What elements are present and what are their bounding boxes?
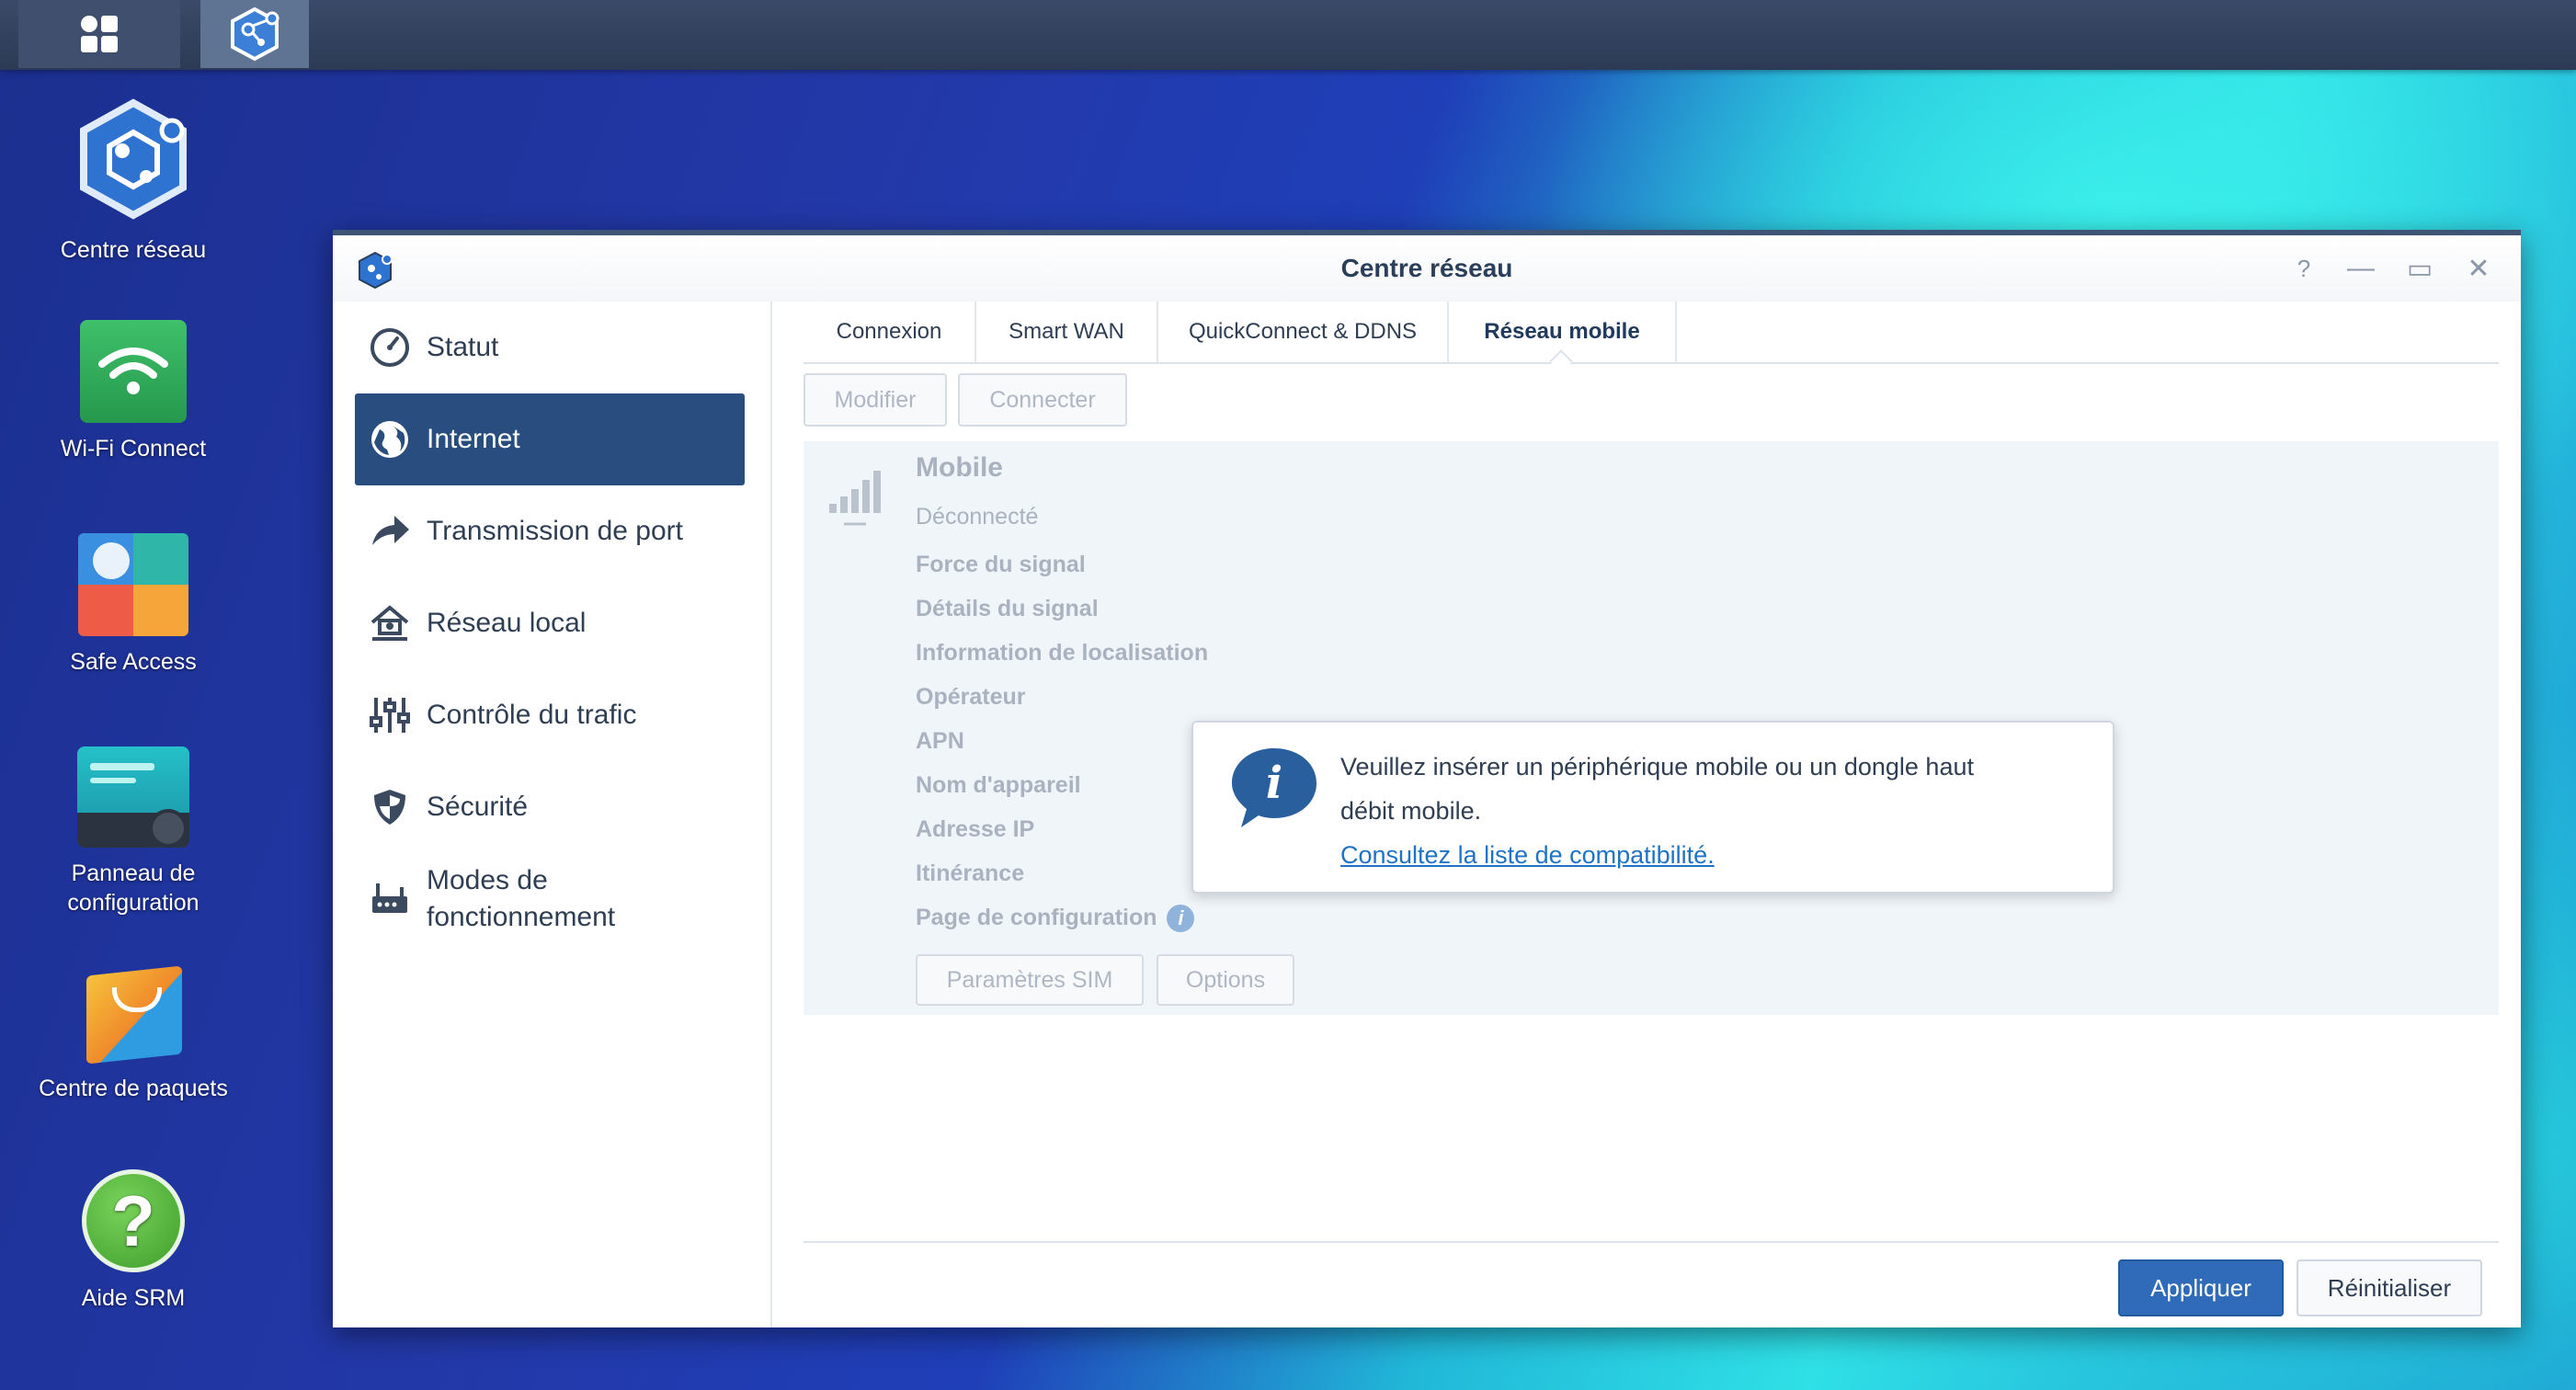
signal-bars-icon	[829, 471, 881, 526]
button-label: Appliquer	[2150, 1273, 2251, 1302]
sidebar-item-label: Contrôle du trafic	[427, 700, 637, 730]
router-modes-icon	[368, 877, 412, 921]
sim-settings-button[interactable]: Paramètres SIM	[916, 954, 1144, 1006]
sidebar-item-operation-modes[interactable]: Modes de fonctionnement	[355, 853, 745, 945]
minimize-icon: —	[2347, 253, 2375, 283]
tab-quickconnect-ddns[interactable]: QuickConnect & DDNS	[1158, 302, 1449, 362]
connect-button[interactable]: Connecter	[958, 373, 1127, 427]
sidebar-item-status[interactable]: Statut	[355, 302, 745, 393]
desktop-icon-label: Centre réseau	[60, 237, 207, 263]
reset-button[interactable]: Réinitialiser	[2297, 1259, 2482, 1316]
footer-divider	[804, 1241, 2499, 1243]
tab-label: QuickConnect & DDNS	[1188, 319, 1418, 344]
mobile-title: Mobile	[916, 452, 1003, 483]
button-label: Modifier	[834, 386, 917, 413]
sidebar-item-internet[interactable]: Internet	[355, 393, 745, 485]
help-icon: ?	[2297, 254, 2311, 282]
tab-label: Réseau mobile	[1484, 319, 1640, 344]
popup-message: Veuillez insérer un périphérique mobile …	[1340, 745, 2076, 877]
compatibility-list-link[interactable]: Consultez la liste de compatibilité.	[1340, 841, 1715, 869]
info-icon[interactable]: i	[1167, 905, 1195, 933]
field-location-info: Information de localisation	[916, 640, 1209, 666]
desktop-icon-label: Safe Access	[70, 649, 197, 675]
window-titlebar[interactable]: Centre réseau ? — ▭ ✕	[333, 235, 2521, 302]
field-apn: APN	[916, 728, 964, 754]
desktop-icon-control-panel[interactable]: Panneau de configuration	[18, 746, 248, 917]
taskbar	[0, 0, 2576, 70]
desktop-icon-safe-access[interactable]: Safe Access	[18, 533, 248, 677]
tab-label: Connexion	[836, 319, 942, 344]
tab-bar: Connexion Smart WAN QuickConnect & DDNS …	[804, 302, 2499, 373]
mobile-status: Déconnecté	[916, 504, 1039, 530]
sidebar-item-label: Modes de fonctionnement	[427, 865, 616, 932]
button-label: Connecter	[989, 386, 1096, 413]
help-button[interactable]: ?	[2285, 250, 2322, 287]
wifi-connect-icon	[80, 320, 187, 423]
tab-smart-wan[interactable]: Smart WAN	[976, 302, 1158, 362]
forward-arrow-icon	[368, 509, 412, 553]
sidebar-item-traffic-control[interactable]: Contrôle du trafic	[355, 669, 745, 761]
desktop-icon-network-center[interactable]: Centre réseau	[18, 96, 248, 265]
sidebar-item-label: Réseau local	[427, 608, 587, 638]
svg-text:i: i	[1266, 758, 1282, 809]
button-label: Paramètres SIM	[946, 966, 1113, 993]
sidebar-item-label: Transmission de port	[427, 516, 683, 546]
tab-label: Smart WAN	[1009, 319, 1124, 344]
sidebar-item-label: Sécurité	[427, 792, 529, 822]
globe-icon	[368, 417, 412, 461]
field-signal-details: Détails du signal	[916, 596, 1099, 621]
network-center-icon	[80, 98, 187, 220]
close-button[interactable]: ✕	[2460, 250, 2497, 287]
sidebar-item-local-network[interactable]: Réseau local	[355, 577, 745, 669]
sliders-icon	[368, 693, 412, 737]
tab-connection[interactable]: Connexion	[804, 302, 976, 362]
shield-icon	[368, 785, 412, 829]
button-label: Réinitialiser	[2327, 1273, 2452, 1302]
sidebar-item-security[interactable]: Sécurité	[355, 761, 745, 853]
desktop-icon-wifi-connect[interactable]: Wi-Fi Connect	[18, 320, 248, 463]
field-label: Page de configuration	[916, 905, 1157, 930]
main-menu-button[interactable]	[18, 0, 180, 68]
info-popup: i Veuillez insérer un périphérique mobil…	[1191, 721, 2114, 894]
desktop-icon-label: Aide SRM	[81, 1285, 186, 1311]
sidebar: Statut Internet Transmission de port Rés…	[333, 302, 772, 1327]
desktop-icon-srm-help[interactable]: ? Aide SRM	[18, 1169, 248, 1313]
sidebar-item-label: Statut	[427, 332, 499, 362]
desktop-icon-package-center[interactable]: Centre de paquets	[18, 956, 248, 1103]
field-roaming: Itinérance	[916, 860, 1025, 886]
minimize-button[interactable]: —	[2342, 250, 2379, 287]
window-title: Centre réseau	[1340, 254, 1513, 282]
safe-access-icon	[78, 533, 188, 636]
network-center-window: Centre réseau ? — ▭ ✕ Statut Internet Tr…	[333, 230, 2521, 1327]
popup-text-line1: Veuillez insérer un périphérique mobile …	[1340, 753, 1974, 780]
info-bubble-icon: i	[1232, 748, 1316, 827]
field-device-name: Nom d'appareil	[916, 772, 1081, 798]
sidebar-item-label: Internet	[427, 424, 520, 454]
grid-icon	[79, 14, 120, 54]
package-center-icon	[79, 956, 188, 1065]
desktop-icon-label: Panneau de configuration	[67, 860, 199, 916]
control-panel-icon	[77, 746, 189, 848]
maximize-button[interactable]: ▭	[2401, 250, 2438, 287]
options-button[interactable]: Options	[1157, 954, 1294, 1006]
gauge-icon	[368, 325, 412, 370]
help-icon: ?	[82, 1169, 185, 1272]
field-config-page: Page de configuration i	[916, 905, 1195, 933]
field-operator: Opérateur	[916, 684, 1026, 710]
network-center-icon	[231, 6, 279, 62]
field-signal-strength: Force du signal	[916, 552, 1086, 577]
desktop-icon-label: Wi-Fi Connect	[60, 436, 207, 461]
maximize-icon: ▭	[2406, 253, 2434, 284]
taskbar-network-center-button[interactable]	[200, 0, 309, 68]
desktop-icon-label: Centre de paquets	[39, 1076, 228, 1101]
sidebar-item-port-forwarding[interactable]: Transmission de port	[355, 485, 745, 577]
apply-button[interactable]: Appliquer	[2118, 1259, 2284, 1316]
field-ip-address: Adresse IP	[916, 816, 1035, 842]
close-icon: ✕	[2467, 253, 2491, 284]
modify-button[interactable]: Modifier	[804, 373, 947, 427]
home-network-icon	[368, 601, 412, 645]
button-label: Options	[1185, 966, 1266, 993]
popup-text-line2: débit mobile.	[1340, 797, 1482, 825]
